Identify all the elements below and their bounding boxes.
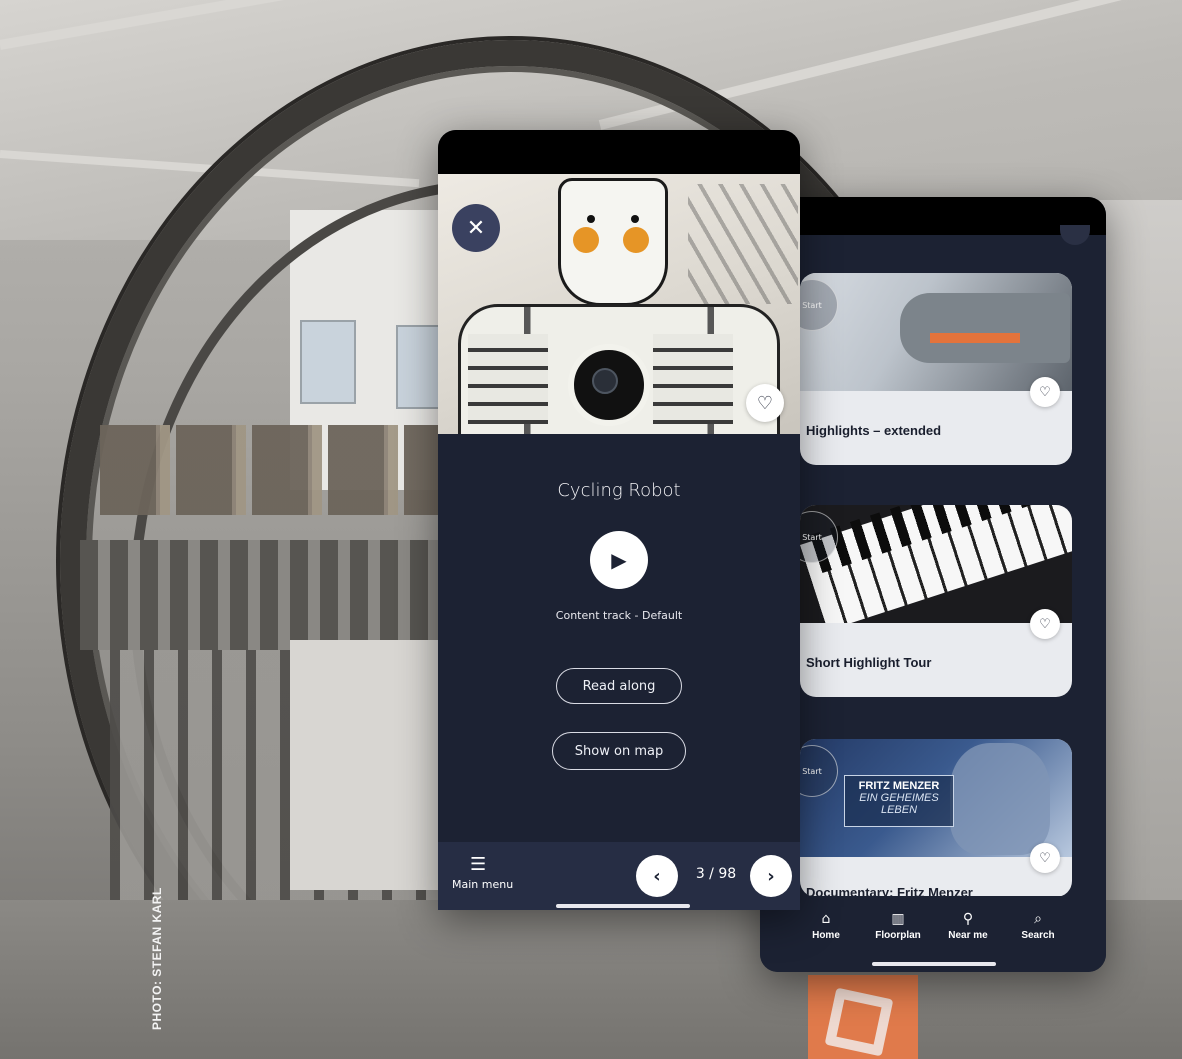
heart-icon[interactable]: ♡ bbox=[1030, 609, 1060, 639]
tour-title: Short Highlight Tour bbox=[806, 655, 932, 670]
exhibit-detail-screen: ✕ ♡ Cycling Robot ▶ Content track - Defa… bbox=[438, 130, 800, 910]
exhibit-content: Cycling Robot ▶ Content track - Default … bbox=[438, 480, 800, 770]
main-menu-label[interactable]: Main menu bbox=[452, 878, 513, 891]
home-icon: ⌂ bbox=[821, 911, 831, 927]
nav-search[interactable]: ⌕ Search bbox=[1002, 910, 1074, 941]
heart-icon[interactable]: ♡ bbox=[1030, 843, 1060, 873]
nav-label: Search bbox=[1021, 930, 1055, 941]
photo-credit: PHOTO: STEFAN KARL bbox=[150, 887, 164, 1030]
tour-card[interactable]: Start ♡ Highlights – extended bbox=[800, 273, 1072, 465]
nav-label: Near me bbox=[948, 930, 988, 941]
close-icon[interactable]: ✕ bbox=[452, 204, 500, 252]
status-bar bbox=[760, 197, 1106, 235]
right-exhibit-area bbox=[1100, 200, 1182, 900]
poster-title: FRITZ MENZER bbox=[858, 780, 940, 792]
orange-sign bbox=[808, 975, 918, 1059]
tour-image: FRITZ MENZER EIN GEHEIMES LEBEN bbox=[800, 739, 1072, 857]
detail-navigation-bar: ☰ Main menu ‹ 3 / 98 › bbox=[438, 842, 800, 910]
nav-near-me[interactable]: ⚲ Near me bbox=[932, 910, 1004, 941]
drawing-banner bbox=[290, 640, 440, 890]
tour-card[interactable]: Start ♡ Short Highlight Tour bbox=[800, 505, 1072, 697]
top-button-edge[interactable] bbox=[1060, 225, 1090, 245]
bottom-navigation: ⌂ Home ▥ Floorplan ⚲ Near me ⌕ Search bbox=[760, 896, 1106, 972]
robot-head bbox=[558, 178, 668, 306]
poster-subtitle: LEBEN bbox=[880, 804, 918, 816]
status-bar bbox=[438, 130, 800, 174]
floor-structure bbox=[80, 540, 460, 650]
documentary-poster: FRITZ MENZER EIN GEHEIMES LEBEN bbox=[844, 775, 954, 827]
aircraft-seats bbox=[100, 425, 440, 515]
robot-camera bbox=[568, 344, 650, 426]
home-indicator bbox=[556, 904, 690, 908]
chevron-left-icon[interactable]: ‹ bbox=[636, 855, 678, 897]
nav-floorplan[interactable]: ▥ Floorplan bbox=[862, 910, 934, 941]
home-indicator bbox=[872, 962, 996, 966]
heart-icon[interactable]: ♡ bbox=[746, 384, 784, 422]
tour-card[interactable]: FRITZ MENZER EIN GEHEIMES LEBEN Start ♡ … bbox=[800, 739, 1072, 897]
portrait-image bbox=[950, 743, 1050, 855]
tour-list-screen: Start ♡ Highlights – extended Start ♡ Sh… bbox=[760, 197, 1106, 972]
show-on-map-button[interactable]: Show on map bbox=[552, 732, 686, 770]
nav-home[interactable]: ⌂ Home bbox=[790, 910, 862, 941]
poster-subtitle: EIN GEHEIMES bbox=[859, 792, 939, 804]
heart-icon[interactable]: ♡ bbox=[1030, 377, 1060, 407]
plane-image bbox=[900, 293, 1070, 363]
tour-image bbox=[800, 505, 1072, 623]
nav-label: Floorplan bbox=[875, 930, 921, 941]
hamburger-menu-icon[interactable]: ☰ bbox=[470, 854, 486, 875]
track-label: Content track - Default bbox=[555, 609, 683, 622]
map-icon: ▥ bbox=[891, 911, 905, 927]
play-icon[interactable]: ▶ bbox=[590, 531, 648, 589]
read-along-button[interactable]: Read along bbox=[556, 668, 682, 704]
tour-title: Highlights – extended bbox=[806, 423, 942, 438]
nav-label: Home bbox=[812, 930, 840, 941]
page-counter: 3 / 98 bbox=[695, 866, 737, 882]
exhibit-title: Cycling Robot bbox=[557, 480, 681, 501]
chevron-right-icon[interactable]: › bbox=[750, 855, 792, 897]
tour-image bbox=[800, 273, 1072, 391]
location-pin-icon: ⚲ bbox=[962, 911, 974, 927]
search-icon: ⌕ bbox=[1034, 911, 1042, 927]
